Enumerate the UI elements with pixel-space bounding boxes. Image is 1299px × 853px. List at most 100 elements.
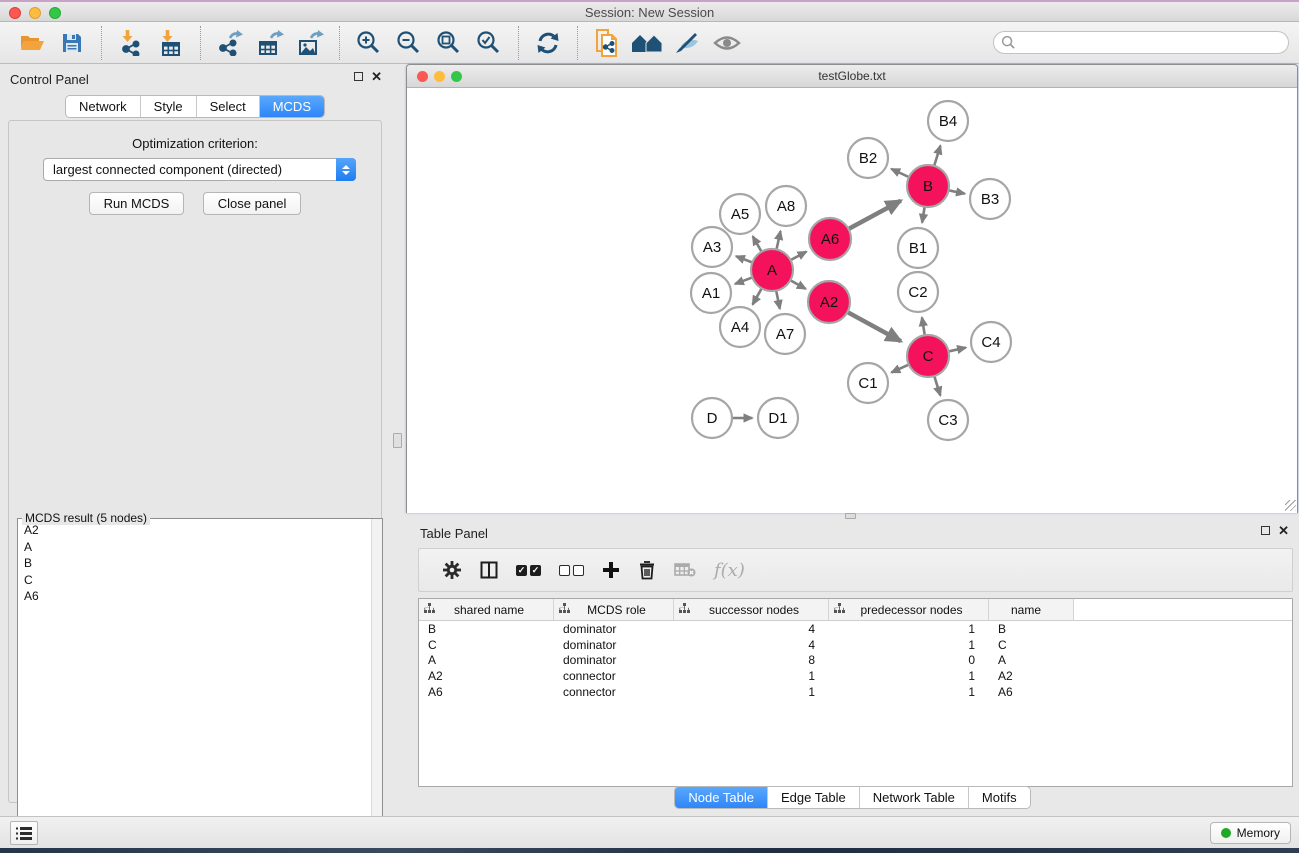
network-edge-A-A7[interactable]	[776, 291, 780, 309]
import-table-icon[interactable]	[154, 26, 188, 60]
network-edge-B-B3[interactable]	[949, 190, 965, 193]
network-edge-B-B1[interactable]	[922, 207, 925, 223]
network-edge-A-A6[interactable]	[791, 252, 807, 261]
import-network-icon[interactable]	[114, 26, 148, 60]
clone-network-icon[interactable]	[590, 26, 624, 60]
save-session-icon[interactable]	[55, 26, 89, 60]
network-edge-B-B2[interactable]	[891, 169, 909, 177]
network-node-A3[interactable]: A3	[692, 227, 732, 267]
float-panel-icon[interactable]	[354, 72, 363, 81]
zoom-in-icon[interactable]	[352, 26, 386, 60]
column-header-shared-name[interactable]: shared name	[419, 599, 554, 620]
tab-select[interactable]: Select	[196, 96, 259, 117]
mcds-result-item[interactable]: B	[19, 555, 370, 572]
network-node-C2[interactable]: C2	[898, 272, 938, 312]
network-node-A7[interactable]: A7	[765, 314, 805, 354]
network-node-A4[interactable]: A4	[720, 307, 760, 347]
table-row[interactable]: Bdominator41B	[419, 621, 1292, 637]
column-header-predecessor-nodes[interactable]: predecessor nodes	[829, 599, 989, 620]
mcds-result-item[interactable]: C	[19, 572, 370, 589]
tab-edge-table[interactable]: Edge Table	[767, 787, 859, 808]
search-box[interactable]	[993, 31, 1289, 54]
open-file-icon[interactable]	[15, 26, 49, 60]
tab-style[interactable]: Style	[140, 96, 196, 117]
network-node-D1[interactable]: D1	[758, 398, 798, 438]
mcds-result-scrollbar[interactable]	[371, 519, 382, 853]
export-table-icon[interactable]	[253, 26, 287, 60]
network-edge-A-A5[interactable]	[753, 236, 762, 251]
network-edge-A-A2[interactable]	[790, 280, 805, 289]
network-node-A8[interactable]: A8	[766, 186, 806, 226]
mcds-result-item[interactable]: A2	[19, 522, 370, 539]
network-edge-A-A4[interactable]	[753, 288, 762, 304]
split-view-icon[interactable]	[480, 555, 498, 585]
table-row[interactable]: A6connector11A6	[419, 684, 1292, 700]
column-header-successor-nodes[interactable]: successor nodes	[674, 599, 829, 620]
zoom-fit-icon[interactable]	[432, 26, 466, 60]
window-resize-grip[interactable]	[1285, 500, 1296, 511]
run-mcds-button[interactable]: Run MCDS	[89, 192, 185, 215]
column-header-name[interactable]: name	[989, 599, 1074, 620]
table-row[interactable]: Adominator80A	[419, 653, 1292, 669]
network-edge-A6-B[interactable]	[848, 201, 900, 229]
network-node-A5[interactable]: A5	[720, 194, 760, 234]
search-input[interactable]	[1016, 34, 1288, 52]
select-all-icon[interactable]: ✓✓	[516, 555, 541, 585]
network-edge-C-C4[interactable]	[948, 348, 965, 352]
zoom-selected-icon[interactable]	[472, 26, 506, 60]
birds-eye-icon[interactable]	[710, 26, 744, 60]
table-row[interactable]: A2connector11A2	[419, 668, 1292, 684]
home-view-icon[interactable]	[630, 26, 664, 60]
network-node-D[interactable]: D	[692, 398, 732, 438]
add-column-icon[interactable]	[602, 555, 620, 585]
mcds-result-item[interactable]: A6	[19, 588, 370, 605]
network-node-B4[interactable]: B4	[928, 101, 968, 141]
close-panel-icon[interactable]: ✕	[371, 72, 382, 81]
memory-button[interactable]: Memory	[1210, 822, 1291, 844]
mcds-result-item[interactable]: A	[19, 539, 370, 556]
tab-network-table[interactable]: Network Table	[859, 787, 968, 808]
network-window-titlebar[interactable]: testGlobe.txt	[407, 65, 1297, 88]
network-edge-A2-C[interactable]	[847, 312, 900, 341]
network-node-A[interactable]: A	[751, 249, 793, 291]
network-node-A2[interactable]: A2	[808, 281, 850, 323]
network-node-C[interactable]: C	[907, 335, 949, 377]
show-hide-graphics-icon[interactable]	[670, 26, 704, 60]
column-header-MCDS-role[interactable]: MCDS role	[554, 599, 674, 620]
criterion-dropdown[interactable]: largest connected component (directed)	[43, 158, 356, 181]
table-row[interactable]: Cdominator41C	[419, 637, 1292, 653]
network-node-C1[interactable]: C1	[848, 363, 888, 403]
network-node-A1[interactable]: A1	[691, 273, 731, 313]
close-panel-button[interactable]: Close panel	[203, 192, 302, 215]
network-edge-A-A8[interactable]	[776, 231, 780, 249]
network-canvas[interactable]: B4B2BB3A5A8A6A3B1AA1C2A2A4A7C4CC1DD1C3	[407, 89, 1297, 513]
tab-motifs[interactable]: Motifs	[968, 787, 1030, 808]
network-node-C4[interactable]: C4	[971, 322, 1011, 362]
export-network-icon[interactable]	[213, 26, 247, 60]
network-node-B[interactable]: B	[907, 165, 949, 207]
network-edge-C-C3[interactable]	[934, 376, 940, 395]
export-image-icon[interactable]	[293, 26, 327, 60]
deselect-all-icon[interactable]	[559, 555, 584, 585]
network-edge-A-A3[interactable]	[736, 256, 752, 262]
network-node-A6[interactable]: A6	[809, 218, 851, 260]
close-panel-icon[interactable]: ✕	[1278, 526, 1289, 535]
panel-splitter-handle[interactable]	[393, 433, 402, 448]
network-node-B1[interactable]: B1	[898, 228, 938, 268]
apply-layout-icon[interactable]	[531, 26, 565, 60]
task-history-button[interactable]	[10, 821, 38, 845]
network-edge-C-C2[interactable]	[922, 317, 925, 335]
delete-icon[interactable]	[638, 555, 656, 585]
network-edge-A-A1[interactable]	[735, 277, 752, 284]
horizontal-splitter-handle[interactable]	[845, 513, 856, 519]
tab-mcds[interactable]: MCDS	[259, 96, 324, 117]
zoom-out-icon[interactable]	[392, 26, 426, 60]
network-node-B3[interactable]: B3	[970, 179, 1010, 219]
float-panel-icon[interactable]	[1261, 526, 1270, 535]
network-edge-C-C1[interactable]	[891, 365, 908, 373]
tab-network[interactable]: Network	[66, 96, 140, 117]
network-node-C3[interactable]: C3	[928, 400, 968, 440]
tab-node-table[interactable]: Node Table	[675, 787, 767, 808]
network-edge-B-B4[interactable]	[934, 146, 940, 166]
gear-icon[interactable]	[442, 555, 462, 585]
